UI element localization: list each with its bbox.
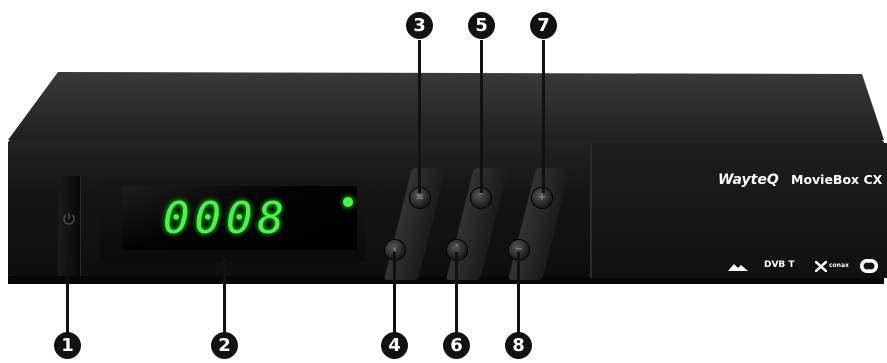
- power-panel: [58, 176, 81, 276]
- channel-display: 0008: [163, 193, 289, 244]
- dvbt-logo: DVB T: [764, 260, 795, 270]
- card-slot-flap[interactable]: [590, 143, 887, 278]
- callout-1: 1: [54, 332, 81, 359]
- dvb-logo-icon: [728, 264, 748, 271]
- leader-line-7: [542, 40, 545, 193]
- callout-7: 7: [530, 12, 557, 39]
- callout-3: 3: [406, 12, 433, 39]
- callout-5: 5: [468, 12, 495, 39]
- device-top-face: [8, 72, 884, 140]
- dolby-logo-icon: [860, 259, 878, 273]
- leader-line-4: [393, 252, 396, 334]
- device-illustration: 0008 ≡ ˄ + ‹ ˅ − WayteQ MovieBox CX DVB …: [0, 0, 887, 363]
- leader-line-1: [66, 258, 69, 334]
- leader-line-2: [223, 258, 226, 334]
- brand-logo: WayteQ: [718, 172, 779, 188]
- leader-line-3: [418, 40, 421, 193]
- leader-line-6: [455, 252, 458, 334]
- conax-logo: conax: [829, 262, 849, 269]
- callout-8: 8: [505, 332, 532, 359]
- model-name: MovieBox CX: [791, 172, 883, 187]
- leader-line-5: [480, 40, 483, 193]
- standby-led: [343, 197, 353, 207]
- callout-2: 2: [211, 332, 238, 359]
- conax-logo-icon: [815, 261, 827, 272]
- power-icon[interactable]: [62, 212, 76, 226]
- callout-6: 6: [443, 332, 470, 359]
- callout-4: 4: [381, 332, 408, 359]
- leader-line-8: [517, 252, 520, 334]
